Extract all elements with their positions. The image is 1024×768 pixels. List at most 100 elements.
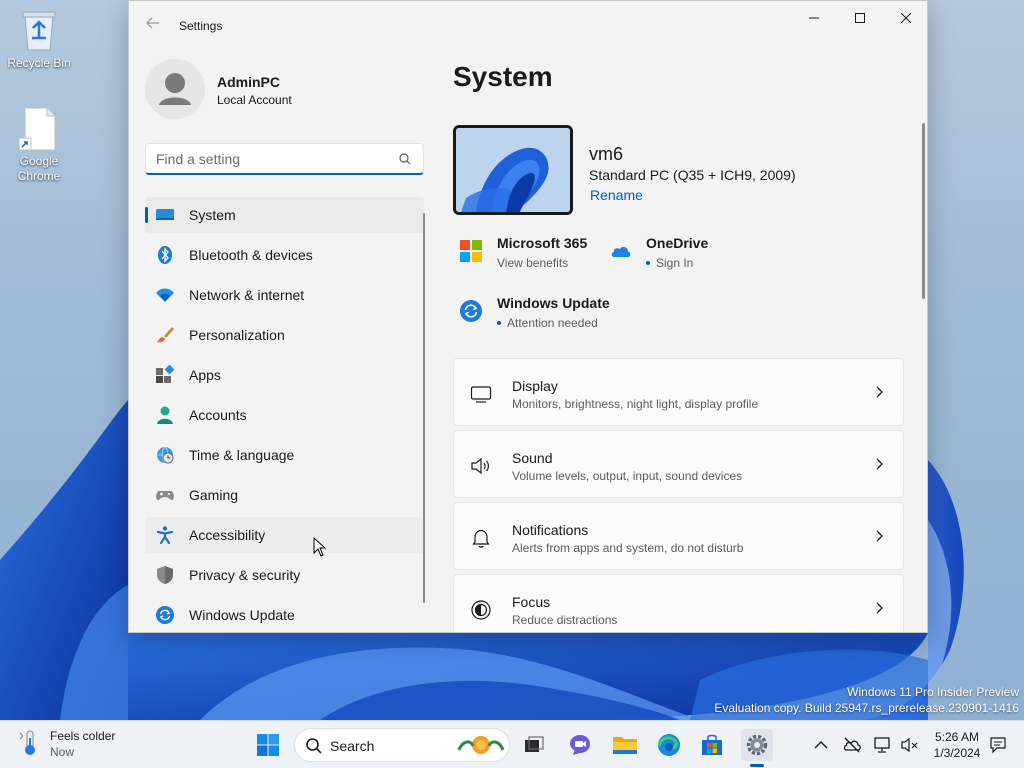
back-arrow-icon[interactable]	[145, 15, 163, 33]
window-title: Settings	[179, 19, 223, 33]
taskbar-task-view[interactable]	[518, 729, 550, 761]
nav-label: Apps	[189, 367, 221, 383]
bluetooth-icon	[158, 246, 172, 264]
desktop-icon-label: Google Chrome	[17, 154, 61, 183]
nav-item-network[interactable]: Network & internet	[145, 277, 424, 313]
chevron-right-icon	[876, 386, 883, 398]
card-subtitle: Volume levels, output, input, sound devi…	[512, 469, 743, 483]
card-sound[interactable]: Sound Volume levels, output, input, soun…	[453, 430, 904, 498]
minimize-button[interactable]	[791, 1, 837, 35]
mouse-cursor-icon	[313, 537, 327, 557]
card-title: Focus	[512, 594, 551, 610]
focus-icon	[471, 600, 491, 620]
folder-icon	[613, 737, 637, 754]
chevron-right-icon	[876, 530, 883, 542]
user-avatar-icon	[145, 59, 205, 119]
volume-muted-icon[interactable]	[900, 735, 920, 755]
gear-icon	[746, 734, 768, 756]
nav-label: Network & internet	[189, 287, 305, 303]
desktop-icon-recycle-bin[interactable]: Recycle Bin	[0, 8, 78, 71]
taskbar-edge[interactable]	[653, 729, 685, 761]
onedrive-icon	[611, 246, 631, 257]
taskbar-search[interactable]: Search	[294, 728, 510, 762]
taskbar-store[interactable]	[696, 729, 728, 761]
tile-microsoft-365[interactable]: Microsoft 365 View benefits	[459, 235, 599, 275]
taskbar-settings[interactable]	[741, 729, 773, 761]
close-button[interactable]	[883, 1, 927, 35]
search-icon	[399, 153, 411, 165]
taskbar-file-explorer[interactable]	[609, 729, 641, 761]
start-button[interactable]	[252, 729, 284, 761]
nav-item-apps[interactable]: Apps	[145, 357, 424, 393]
card-subtitle: Monitors, brightness, night light, displ…	[512, 397, 759, 411]
nav-label: Bluetooth & devices	[189, 247, 313, 263]
speaker-icon	[471, 457, 489, 475]
title-bar[interactable]: Settings	[129, 1, 927, 49]
weather-subtitle: Now	[50, 745, 75, 759]
nav-item-gaming[interactable]: Gaming	[145, 477, 424, 513]
clock-date: 1/3/2024	[933, 746, 981, 760]
system-icon	[156, 209, 174, 220]
main-scrollbar[interactable]	[922, 123, 925, 299]
status-dot	[497, 320, 501, 325]
active-app-indicator	[750, 764, 764, 767]
tile-title: Windows Update	[497, 295, 610, 311]
search-highlight-icon	[457, 736, 505, 754]
tile-windows-update[interactable]: Windows Update Attention needed	[459, 295, 629, 335]
network-icon[interactable]	[873, 735, 893, 755]
windows-update-icon	[156, 606, 174, 624]
nav-item-bluetooth[interactable]: Bluetooth & devices	[145, 237, 424, 273]
watermark-edition: Windows 11 Pro Insider Preview	[847, 685, 1019, 699]
bell-icon	[472, 529, 490, 548]
device-name: vm6	[589, 144, 624, 164]
nav-label: Privacy & security	[189, 567, 301, 583]
chat-icon	[570, 735, 590, 755]
microsoft-store-icon	[702, 734, 722, 755]
nav-item-accessibility[interactable]: Accessibility	[145, 517, 424, 553]
globe-clock-icon	[157, 446, 174, 464]
device-wallpaper-thumbnail	[453, 125, 573, 215]
nav-item-system[interactable]: System	[145, 197, 424, 233]
nav-label: Gaming	[189, 487, 239, 503]
chevron-right-icon	[876, 602, 883, 614]
rename-link[interactable]: Rename	[590, 187, 643, 203]
maximize-icon	[855, 13, 865, 23]
nav-item-accounts[interactable]: Accounts	[145, 397, 424, 433]
chevron-up-icon[interactable]	[811, 735, 831, 755]
accounts-icon	[157, 406, 173, 424]
gamepad-icon	[156, 491, 174, 500]
apps-icon	[156, 365, 175, 383]
notification-icon[interactable]	[988, 735, 1008, 755]
card-title: Notifications	[512, 522, 589, 538]
tile-subtitle: View benefits	[497, 256, 569, 270]
tile-subtitle-text: Sign In	[656, 256, 694, 270]
user-account-type: Local Account	[217, 93, 292, 107]
settings-search[interactable]	[145, 143, 424, 175]
onedrive-offline-icon[interactable]	[842, 735, 862, 755]
maximize-button[interactable]	[837, 1, 883, 35]
tile-title: OneDrive	[646, 235, 709, 251]
nav-item-windows-update[interactable]: Windows Update	[145, 597, 424, 632]
card-focus[interactable]: Focus Reduce distractions	[453, 574, 904, 632]
settings-window: Settings AdminPC Local Account Find a se…	[128, 0, 928, 633]
taskbar-chat[interactable]	[564, 729, 596, 761]
nav-item-time-language[interactable]: Time & language	[145, 437, 424, 473]
selection-indicator	[145, 207, 148, 223]
user-name: AdminPC	[217, 74, 280, 90]
nav-scrollbar[interactable]	[423, 213, 425, 603]
card-display[interactable]: Display Monitors, brightness, night ligh…	[453, 358, 904, 426]
nav-item-personalization[interactable]: Personalization	[145, 317, 424, 353]
nav-item-privacy-security[interactable]: Privacy & security	[145, 557, 424, 593]
card-notifications[interactable]: Notifications Alerts from apps and syste…	[453, 502, 904, 570]
weather-widget[interactable]: Feels colder Now	[18, 729, 115, 762]
desktop-icon-google-chrome[interactable]: Google Chrome	[0, 106, 78, 184]
tile-onedrive[interactable]: OneDrive Sign In	[608, 235, 738, 275]
search-label: Search	[330, 738, 375, 754]
avatar[interactable]	[145, 59, 205, 119]
search-input[interactable]	[156, 149, 391, 169]
device-model: Standard PC (Q35 + ICH9, 2009)	[589, 167, 796, 183]
recycle-bin-icon	[19, 8, 59, 54]
nav-label: Time & language	[189, 447, 295, 463]
clock[interactable]: 5:26 AM 1/3/2024	[929, 729, 985, 761]
thermometer-icon	[19, 730, 35, 755]
